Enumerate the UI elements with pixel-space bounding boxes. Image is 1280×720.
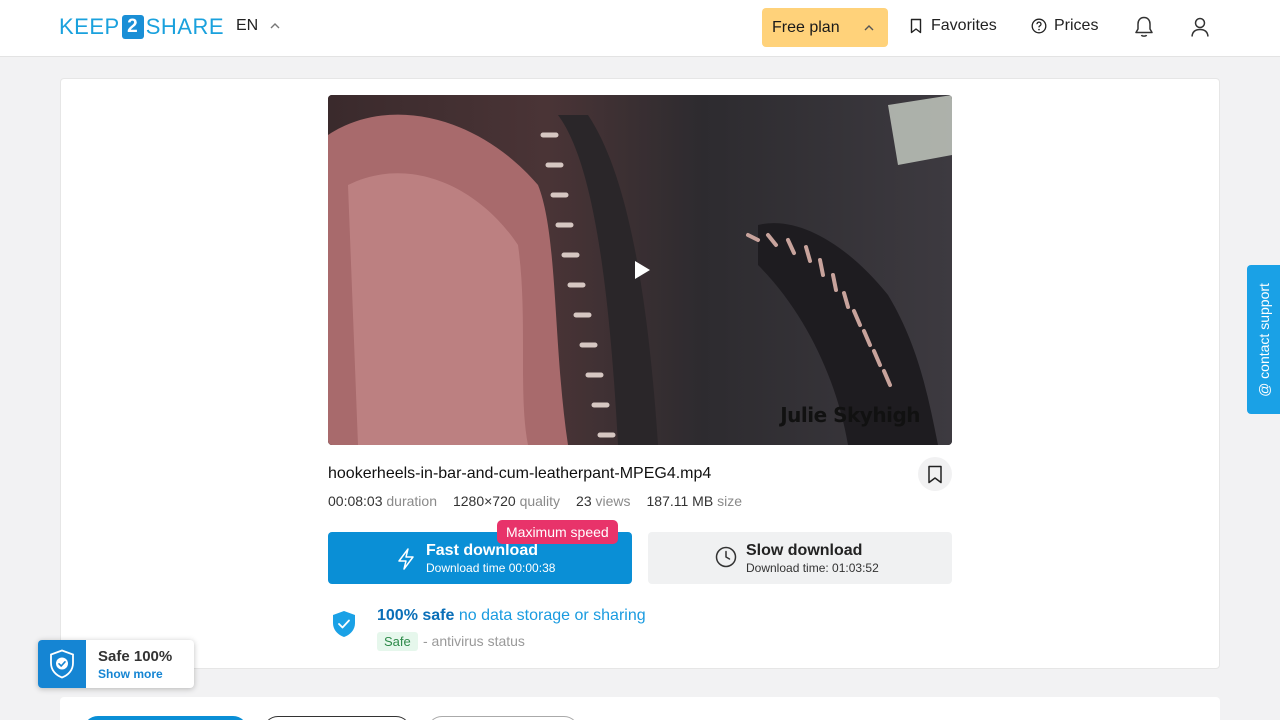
safety-statement: 100% safe no data storage or sharing bbox=[377, 607, 646, 625]
size-value: 187.11 MB bbox=[646, 493, 714, 509]
prices-link[interactable]: Prices bbox=[1031, 17, 1098, 35]
logo-text-keep: KEEP bbox=[59, 14, 120, 39]
views-label: views bbox=[595, 493, 631, 509]
quality-value: 1280×720 bbox=[452, 493, 516, 509]
logo-text-share: SHARE bbox=[145, 14, 224, 39]
fast-download-title: Fast download bbox=[426, 542, 538, 559]
slow-download-button[interactable]: Slow download Download time: 01:03:52 bbox=[648, 532, 952, 584]
widget-shield-box bbox=[38, 640, 86, 688]
antivirus-status: - antivirus status bbox=[423, 633, 525, 649]
safety-strong: 100% safe bbox=[377, 607, 455, 624]
bookmark-icon bbox=[910, 18, 922, 34]
size-label: size bbox=[717, 493, 742, 509]
clock-icon bbox=[715, 546, 737, 568]
tab-pill-2[interactable] bbox=[263, 716, 411, 720]
slow-download-time: Download time: 01:03:52 bbox=[746, 561, 879, 575]
chevron-up-icon bbox=[270, 23, 280, 29]
quality-meta: 1280×720 quality bbox=[453, 493, 560, 509]
favorites-link[interactable]: Favorites bbox=[908, 17, 997, 35]
file-name: hookerheels-in-bar-and-cum-leatherpant-M… bbox=[328, 465, 712, 482]
show-more-link[interactable]: Show more bbox=[98, 667, 163, 681]
antivirus-safe-tag: Safe bbox=[377, 632, 418, 651]
add-favorite-button[interactable] bbox=[918, 457, 952, 491]
quality-label: quality bbox=[519, 493, 561, 509]
video-watermark: Julie Skyhigh bbox=[780, 403, 920, 427]
slow-download-title: Slow download bbox=[746, 542, 863, 559]
plan-label: Free plan bbox=[772, 18, 840, 36]
widget-title: Safe 100% bbox=[98, 648, 173, 665]
user-icon[interactable] bbox=[1189, 15, 1211, 39]
duration-label: duration bbox=[386, 493, 437, 509]
tab-pill-1[interactable] bbox=[83, 716, 248, 720]
size-meta: 187.11 MB size bbox=[647, 493, 742, 509]
file-meta: 00:08:03 duration 1280×720 quality 23 vi… bbox=[328, 493, 742, 509]
video-player[interactable]: Julie Skyhigh bbox=[328, 95, 952, 445]
prices-label: Prices bbox=[1054, 17, 1099, 34]
contact-support-label: @ contact support bbox=[1255, 282, 1272, 397]
duration-meta: 00:08:03 duration bbox=[328, 493, 437, 509]
play-icon[interactable] bbox=[632, 259, 652, 281]
shield-check-icon bbox=[333, 611, 355, 637]
tab-pill-3[interactable] bbox=[427, 716, 579, 720]
keep2share-logo[interactable]: KEEP 2 SHARE bbox=[59, 14, 224, 40]
safe-widget[interactable]: Safe 100% Show more bbox=[38, 640, 194, 688]
bookmark-icon bbox=[928, 465, 942, 483]
fast-download-time: Download time 00:00:38 bbox=[426, 561, 556, 575]
max-speed-badge: Maximum speed bbox=[497, 520, 618, 544]
free-plan-button[interactable]: Free plan bbox=[762, 8, 888, 47]
logo-text-2: 2 bbox=[121, 15, 144, 39]
help-circle-icon bbox=[1031, 18, 1047, 34]
views-value: 23 bbox=[576, 493, 592, 509]
shield-check-icon bbox=[50, 649, 74, 679]
favorites-label: Favorites bbox=[931, 17, 997, 34]
lightning-icon bbox=[398, 548, 414, 570]
top-header: KEEP 2 SHARE EN Free plan Favorites Pric… bbox=[0, 0, 1280, 57]
bell-icon[interactable] bbox=[1133, 15, 1155, 39]
contact-support-tab[interactable]: @ contact support bbox=[1247, 265, 1280, 414]
views-meta: 23 views bbox=[576, 493, 630, 509]
chevron-up-icon bbox=[864, 24, 874, 30]
duration-value: 00:08:03 bbox=[328, 493, 383, 509]
language-selector[interactable]: EN bbox=[236, 17, 280, 35]
language-label: EN bbox=[236, 17, 259, 34]
safety-light: no data storage or sharing bbox=[458, 607, 646, 624]
